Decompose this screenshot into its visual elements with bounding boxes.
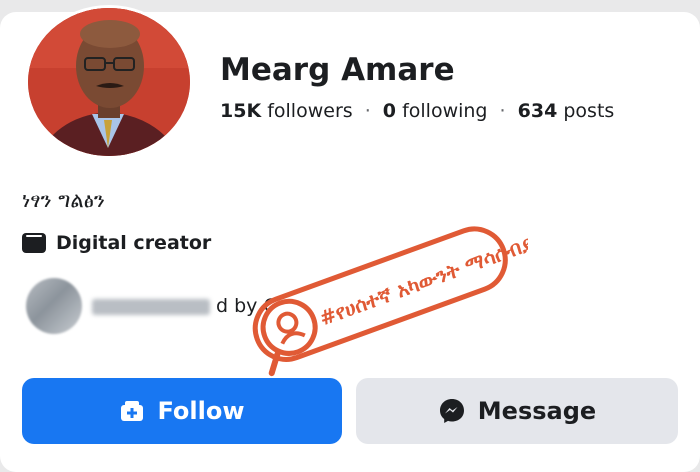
- messenger-icon: [439, 399, 464, 423]
- profile-stats: 15K followers · 0 following · 634 posts: [220, 100, 614, 122]
- follow-add-icon: [121, 401, 144, 421]
- stats-separator: ·: [364, 100, 371, 122]
- profile-bio: ነፃን ግልፅን: [22, 188, 105, 212]
- profile-name: Mearg Amare: [220, 52, 455, 88]
- avatar-photo: [28, 8, 190, 156]
- posts-label: posts: [563, 100, 615, 122]
- warning-stamp: #የሀሰተኛ አካውንት ማሳሰብያ: [238, 200, 536, 380]
- follow-button[interactable]: Follow: [22, 378, 342, 444]
- following-label[interactable]: following: [402, 100, 487, 122]
- mutual-avatar[interactable]: [26, 278, 82, 334]
- briefcase-icon: [22, 233, 46, 253]
- message-button[interactable]: Message: [356, 378, 678, 444]
- stats-separator: ·: [499, 100, 506, 122]
- stamp-graphic: #የሀሰተኛ አካውንት ማሳሰብያ: [252, 226, 536, 377]
- message-label: Message: [477, 397, 597, 425]
- followers-count[interactable]: 15K: [220, 100, 261, 122]
- redacted-name: [92, 298, 210, 315]
- followers-label[interactable]: followers: [267, 100, 352, 122]
- profile-category: Digital creator: [22, 232, 211, 254]
- profile-avatar[interactable]: [28, 8, 190, 156]
- posts-count: 634: [517, 100, 558, 122]
- category-label: Digital creator: [56, 232, 212, 254]
- follow-label: Follow: [157, 397, 245, 425]
- following-count[interactable]: 0: [383, 100, 396, 122]
